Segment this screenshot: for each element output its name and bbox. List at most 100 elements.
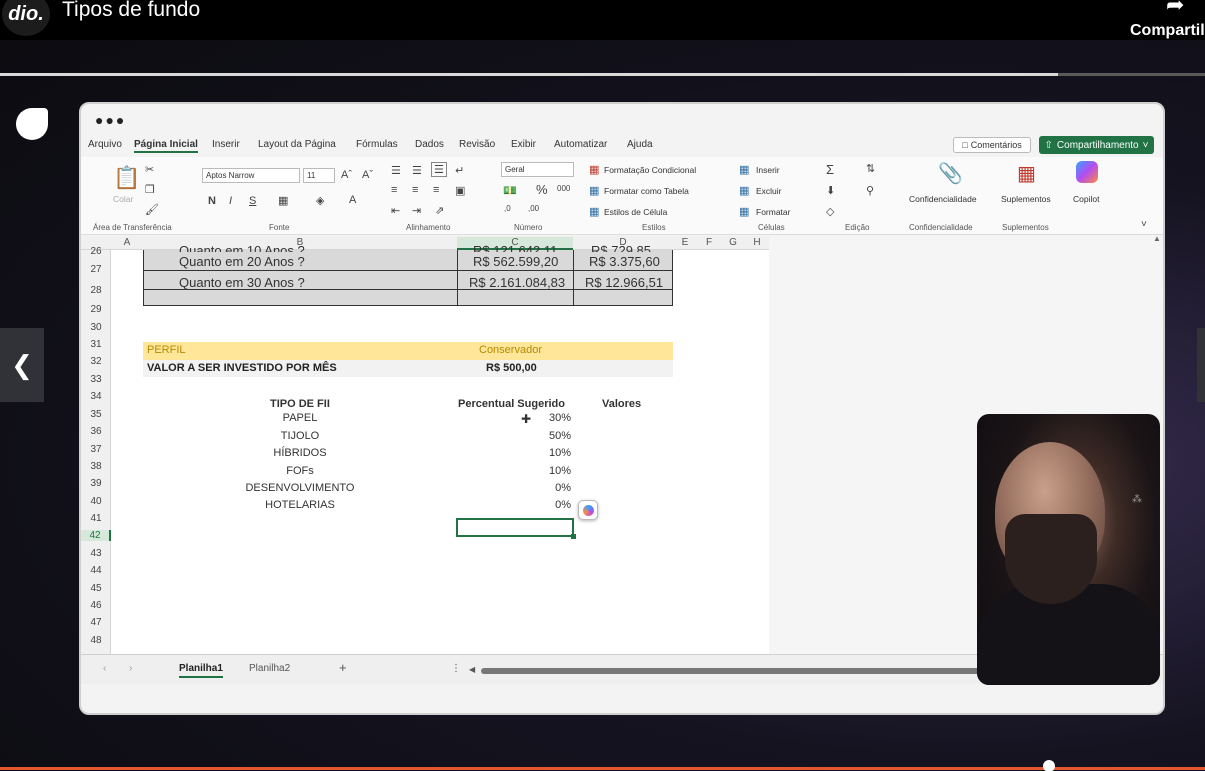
align-left-icon[interactable]: ≡ <box>391 184 397 196</box>
copilot-cell-icon[interactable] <box>578 500 598 520</box>
fill-handle[interactable] <box>571 534 576 539</box>
video-progress-knob[interactable] <box>1043 760 1055 771</box>
row-header[interactable]: 43 <box>81 548 111 559</box>
cell-d35[interactable]: Valores <box>602 398 641 410</box>
increase-decimal-icon[interactable]: ,0 <box>504 204 511 213</box>
decrease-font-icon[interactable]: Aˇ <box>362 169 373 181</box>
column-header-a[interactable]: A <box>111 237 143 248</box>
tab-pagina-inicial[interactable]: Página Inicial <box>134 139 198 153</box>
column-header-e[interactable]: E <box>673 237 697 248</box>
table-row[interactable]: HOTELARIAS 0% <box>143 499 573 516</box>
font-color-icon[interactable]: A <box>349 194 356 206</box>
cell-b35[interactable]: TIPO DE FII <box>270 398 330 410</box>
column-header-h[interactable]: H <box>745 237 769 248</box>
format-cells-icon[interactable]: ▦ <box>739 205 749 218</box>
bold-icon[interactable]: N <box>208 195 216 207</box>
tab-automatizar[interactable]: Automatizar <box>554 139 607 150</box>
cell-d26[interactable]: R$ 729,85 <box>591 244 651 252</box>
cell-c26[interactable]: R$ 121.642,11 <box>473 244 557 252</box>
share-label[interactable]: Compartil <box>1130 22 1205 40</box>
font-size-select[interactable]: 11 <box>303 168 335 183</box>
scroll-sheets-right-icon[interactable]: › <box>129 663 132 674</box>
conditional-format-icon[interactable]: ▦ <box>589 163 599 176</box>
row-header[interactable]: 31 <box>81 339 111 350</box>
cell-b32[interactable]: PERFIL <box>147 344 186 356</box>
accounting-format-icon[interactable]: 💵 <box>503 184 517 197</box>
row-header[interactable]: 37 <box>81 444 111 455</box>
table-row[interactable]: HÍBRIDOS 10% <box>143 447 573 464</box>
collapse-ribbon-icon[interactable]: ˅ <box>1141 219 1147 230</box>
row-header[interactable]: 41 <box>81 513 111 524</box>
decrease-indent-icon[interactable]: ⇤ <box>391 204 400 217</box>
table-row[interactable]: FOFs 10% <box>143 465 573 482</box>
cell-b27[interactable]: Quanto em 20 Anos ? <box>179 254 305 269</box>
row-header[interactable]: 44 <box>81 565 111 576</box>
tab-arquivo[interactable]: Arquivo <box>88 139 122 150</box>
addins-icon[interactable]: ▦ <box>1017 161 1036 186</box>
row-header[interactable]: 32 <box>81 356 111 367</box>
merge-icon[interactable]: ▣ <box>455 184 465 197</box>
previous-slide-button[interactable]: ❮ <box>0 328 44 402</box>
video-title[interactable]: Tipos de fundo <box>62 0 200 22</box>
next-slide-button[interactable] <box>1197 328 1205 402</box>
cell-b28[interactable]: Quanto em 30 Anos ? <box>179 275 305 290</box>
italic-icon[interactable]: I <box>229 195 232 207</box>
copilot-button[interactable]: Copilot <box>1073 194 1099 204</box>
paste-label[interactable]: Colar <box>113 194 133 204</box>
font-name-select[interactable]: Aptos Narrow <box>202 168 300 183</box>
horizontal-scrollbar-thumb[interactable] <box>481 668 981 674</box>
table-row[interactable]: PAPEL 30% <box>143 412 573 429</box>
sheet-tab-planilha2[interactable]: Planilha2 <box>249 663 290 674</box>
tab-layout[interactable]: Layout da Página <box>258 139 336 150</box>
cell-d27[interactable]: R$ 3.375,60 <box>589 254 660 269</box>
row-header[interactable]: 28 <box>81 285 111 296</box>
cell-c33[interactable]: R$ 500,00 <box>486 362 537 374</box>
cell-d28[interactable]: R$ 12.966,51 <box>585 275 663 290</box>
cell-b26[interactable]: Quanto em 10 Anos ? <box>179 244 305 252</box>
addins-button[interactable]: Suplementos <box>1001 194 1051 204</box>
format-painter-icon[interactable]: 🖌 <box>145 203 159 216</box>
row-header[interactable]: 39 <box>81 478 111 489</box>
paste-icon[interactable]: 📋 <box>113 165 140 191</box>
row-header[interactable]: 45 <box>81 583 111 594</box>
clear-icon[interactable]: ◇ <box>826 205 834 218</box>
sheet-tab-planilha1[interactable]: Planilha1 <box>179 663 223 678</box>
selected-cell-c42[interactable] <box>456 518 574 537</box>
align-bottom-icon[interactable]: ☰ <box>431 162 447 177</box>
scroll-sheets-left-icon[interactable]: ‹ <box>103 663 106 674</box>
row-header[interactable]: 27 <box>81 264 111 275</box>
row-header[interactable]: 48 <box>81 635 111 646</box>
column-header-f[interactable]: F <box>697 237 721 248</box>
copilot-icon[interactable] <box>1076 161 1098 183</box>
percent-icon[interactable]: % <box>536 182 548 197</box>
row-header[interactable]: 46 <box>81 600 111 611</box>
cell-c32[interactable]: Conservador <box>479 344 542 356</box>
cell-c28[interactable]: R$ 2.161.084,83 <box>469 275 565 290</box>
autosum-icon[interactable]: Σ <box>826 162 834 177</box>
window-dots-icon[interactable]: ●●● <box>95 112 126 128</box>
hscroll-left-icon[interactable]: ◀ <box>469 665 475 674</box>
row-header-selected[interactable]: 42 <box>81 530 111 541</box>
number-format-select[interactable]: Geral <box>501 162 574 177</box>
cell-c27[interactable]: R$ 562.599,20 <box>473 254 558 269</box>
table-row[interactable]: DESENVOLVIMENTO 0% <box>143 482 573 499</box>
row-header[interactable]: 40 <box>81 496 111 507</box>
video-progress-bar[interactable] <box>0 767 1205 770</box>
tab-formulas[interactable]: Fórmulas <box>356 139 398 150</box>
decrease-decimal-icon[interactable]: ,00 <box>528 204 539 213</box>
thousands-separator-icon[interactable]: 000 <box>557 184 570 193</box>
tabs-split-icon[interactable]: ⋮ <box>451 663 461 674</box>
row-header[interactable]: 36 <box>81 426 111 437</box>
align-top-icon[interactable]: ☰ <box>391 164 401 177</box>
sensitivity-icon[interactable]: 📎 <box>938 161 963 186</box>
align-middle-icon[interactable]: ☰ <box>412 164 422 177</box>
format-cells-button[interactable]: Formatar <box>756 207 790 217</box>
copy-icon[interactable]: ❐ <box>145 183 155 196</box>
tab-ajuda[interactable]: Ajuda <box>627 139 653 150</box>
increase-font-icon[interactable]: Aˆ <box>341 169 352 181</box>
add-sheet-button[interactable]: + <box>339 660 347 675</box>
cell-styles-icon[interactable]: ▦ <box>589 205 599 218</box>
row-header[interactable]: 29 <box>81 304 111 315</box>
delete-cells-icon[interactable]: ▦ <box>739 184 749 197</box>
tab-exibir[interactable]: Exibir <box>511 139 536 150</box>
